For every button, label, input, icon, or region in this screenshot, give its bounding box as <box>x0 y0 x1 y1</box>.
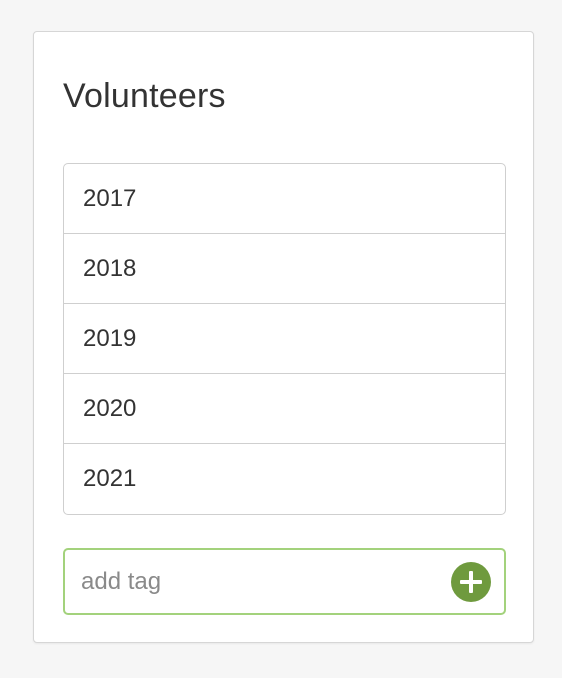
tag-item-2020[interactable]: 2020 <box>64 374 505 444</box>
tag-label: 2017 <box>83 184 137 212</box>
tag-item-2017[interactable]: 2017 <box>64 164 505 234</box>
add-tag-field <box>63 548 506 615</box>
panel-title: Volunteers <box>63 77 226 115</box>
add-tag-input[interactable] <box>81 550 441 613</box>
add-tag-button[interactable] <box>451 562 491 602</box>
tag-list: 2017 2018 2019 2020 2021 <box>63 163 506 515</box>
volunteers-panel: Volunteers 2017 2018 2019 2020 2021 <box>33 31 534 643</box>
tag-label: 2019 <box>83 324 137 352</box>
tag-item-2018[interactable]: 2018 <box>64 234 505 304</box>
tag-label: 2021 <box>83 465 137 492</box>
tag-label: 2018 <box>83 254 137 282</box>
tag-item-2019[interactable]: 2019 <box>64 304 505 374</box>
tag-item-2021[interactable]: 2021 <box>64 444 505 514</box>
tag-label: 2020 <box>83 394 137 422</box>
plus-circle-icon <box>460 571 482 593</box>
